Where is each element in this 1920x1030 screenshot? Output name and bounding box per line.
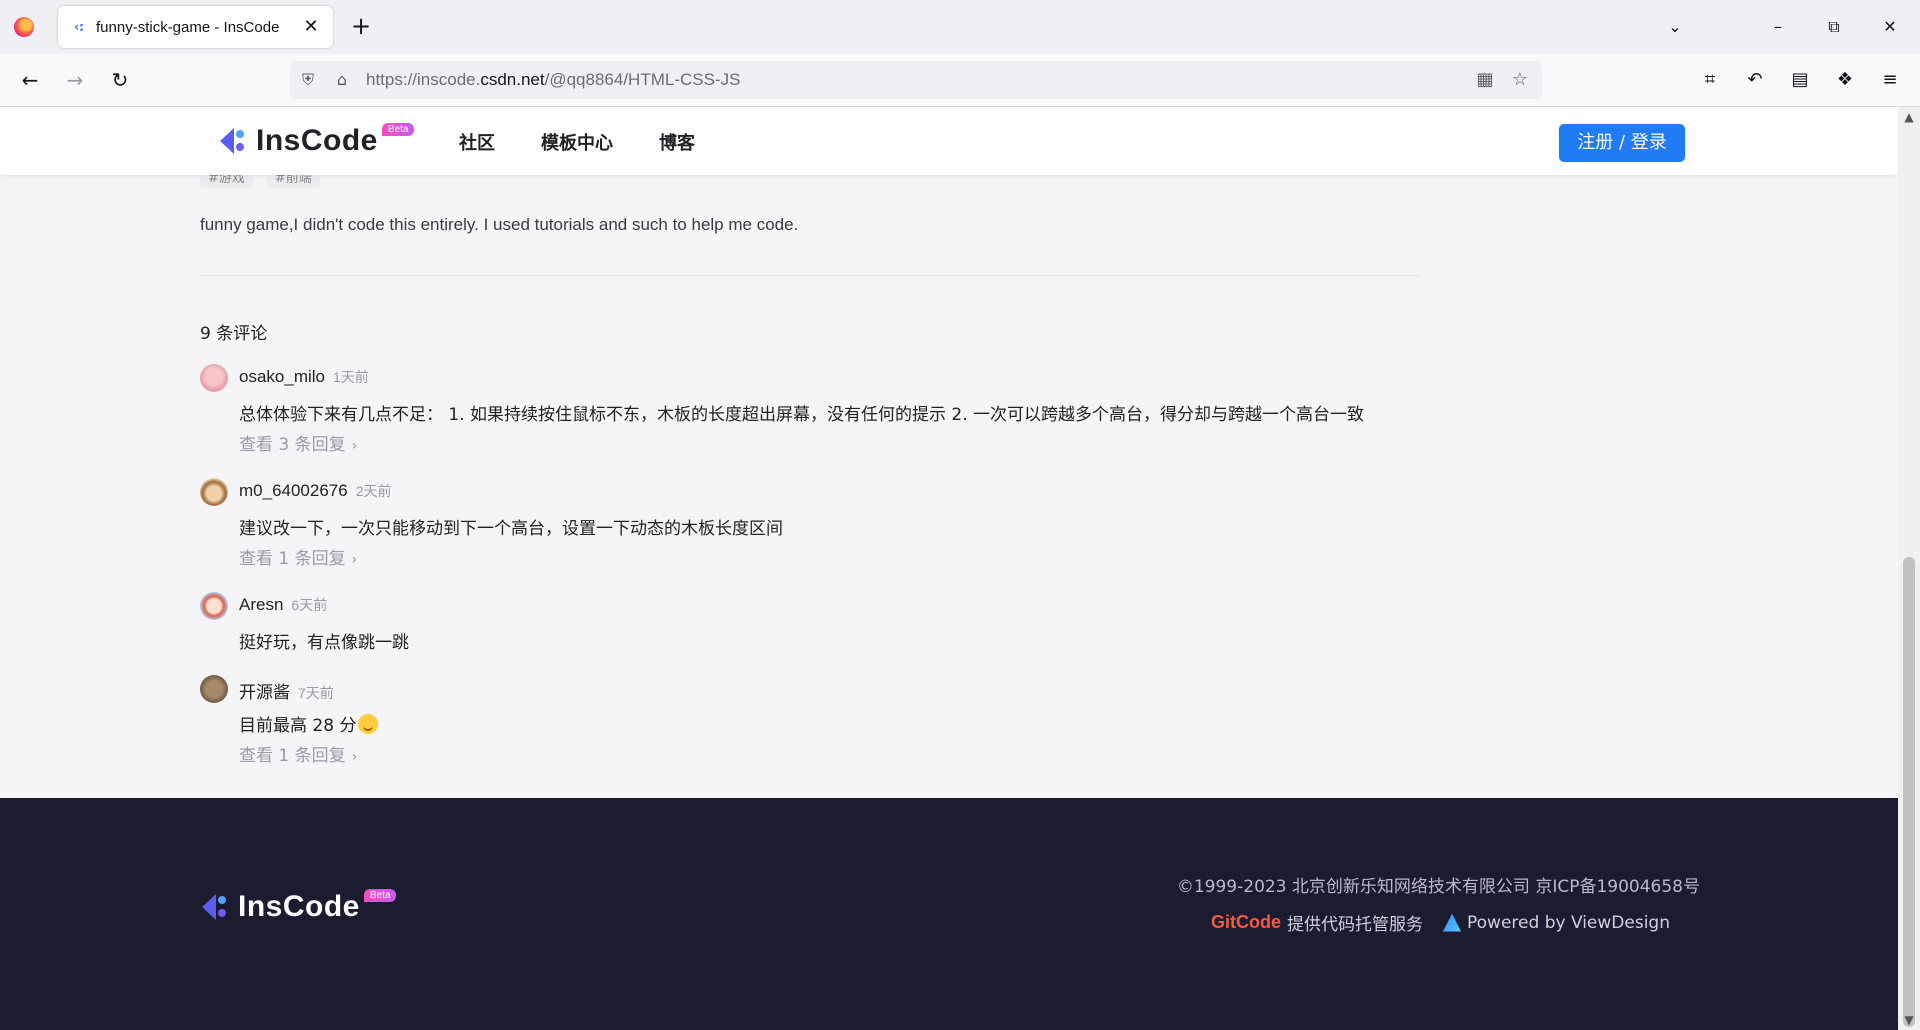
comment-count: 9 条评论 — [200, 324, 268, 344]
viewdesign-logo-icon — [1443, 913, 1462, 932]
nav-community[interactable]: 社区 — [459, 129, 495, 155]
comment-username[interactable]: osako_milo — [239, 367, 325, 386]
avatar[interactable] — [200, 364, 228, 392]
url-text: https://inscode.csdn.net/@qq8864/HTML-CS… — [366, 70, 740, 90]
view-replies-link[interactable]: 查看 1 条回复 › — [239, 741, 357, 766]
scroll-up-arrow-icon[interactable]: ▲ — [1898, 107, 1920, 127]
app-menu-icon[interactable]: ≡ — [1876, 66, 1904, 94]
inscode-logo-mark-icon — [218, 126, 250, 156]
page-scrollbar[interactable]: ▲ ▼ — [1898, 107, 1920, 1030]
logo-text: InsCode — [256, 124, 378, 157]
smiley-emoji-icon — [358, 714, 379, 734]
reader-page-icon[interactable]: ▤ — [1786, 66, 1814, 94]
comment-username[interactable]: 开源酱 — [239, 683, 290, 702]
chevron-right-icon: › — [351, 552, 358, 568]
comment-item: m0_64002676 2天前 建议改一下，一次只能移动到下一个高台，设置一下动态… — [200, 478, 1440, 569]
chevron-right-icon: › — [351, 438, 358, 454]
browser-tab-bar: ‹: funny-stick-game - InsCode ✕ + ⌄ – ⧉ … — [0, 0, 1920, 54]
url-path: /@qq8864/HTML-CSS-JS — [544, 70, 741, 89]
inscode-logo-mark-icon — [200, 892, 232, 922]
inscode-logo[interactable]: InsCode Beta — [218, 122, 415, 158]
avatar[interactable] — [200, 592, 228, 620]
reload-icon[interactable]: ↻ — [106, 66, 134, 94]
comment-author: osako_milo 1天前 — [239, 367, 369, 387]
inscode-favicon-icon: ‹: — [74, 20, 84, 34]
comment-username[interactable]: Aresn — [239, 595, 283, 614]
bookmark-star-icon[interactable]: ☆ — [1509, 69, 1531, 91]
site-nav: 社区 模板中心 博客 — [459, 129, 741, 155]
view-replies-label: 查看 1 条回复 — [239, 746, 346, 766]
site-header: InsCode Beta 社区 模板中心 博客 注册 / 登录 — [0, 107, 1898, 175]
scrollbar-thumb[interactable] — [1903, 557, 1915, 1027]
divider — [200, 275, 1420, 276]
comment-item: Aresn 6天前 挺好玩，有点像跳一跳 — [200, 592, 1440, 653]
beta-badge: Beta — [363, 888, 397, 902]
comment-body: 总体体验下来有几点不足： 1. 如果持续按住鼠标不东，木板的长度超出屏幕，没有任… — [239, 405, 1365, 425]
address-bar[interactable]: ⛨ ⌂ https://inscode.csdn.net/@qq8864/HTM… — [290, 61, 1542, 99]
comment-time: 7天前 — [298, 685, 334, 701]
url-scheme: https://inscode. — [366, 70, 481, 89]
comment-username[interactable]: m0_64002676 — [239, 481, 348, 500]
avatar[interactable] — [200, 478, 228, 506]
beta-badge: Beta — [381, 122, 415, 136]
view-replies-label: 查看 3 条回复 — [239, 435, 346, 455]
scroll-down-arrow-icon[interactable]: ▼ — [1898, 1010, 1920, 1030]
comment-time: 6天前 — [291, 597, 328, 613]
nav-templates[interactable]: 模板中心 — [541, 129, 613, 155]
browser-tab-active[interactable]: ‹: funny-stick-game - InsCode ✕ — [58, 6, 333, 48]
powered-by-viewdesign[interactable]: Powered by ViewDesign — [1467, 913, 1670, 933]
chevron-right-icon: › — [351, 749, 358, 765]
browser-nav-bar: ← → ↻ ⛨ ⌂ https://inscode.csdn.net/@qq88… — [0, 54, 1920, 107]
list-all-tabs-icon[interactable]: ⌄ — [1660, 14, 1690, 40]
tracking-shield-icon[interactable]: ⛨ — [298, 70, 318, 90]
comment-author: 开源酱 7天前 — [239, 678, 334, 703]
gitcode-hosting-text[interactable]: 提供代码托管服务 — [1287, 910, 1423, 935]
extensions-puzzle-icon[interactable]: ❖ — [1831, 66, 1859, 94]
comment-item: osako_milo 1天前 总体体验下来有几点不足： 1. 如果持续按住鼠标不东… — [200, 364, 1440, 455]
url-host: csdn.net — [480, 70, 545, 89]
close-tab-icon[interactable]: ✕ — [299, 15, 323, 39]
comment-time: 1天前 — [333, 369, 369, 385]
comment-body: 挺好玩，有点像跳一跳 — [239, 633, 409, 653]
view-replies-link[interactable]: 查看 1 条回复 › — [239, 544, 357, 569]
firefox-logo-icon — [14, 17, 34, 37]
comment-body: 目前最高 28 分 — [239, 711, 379, 736]
comment-text: 目前最高 28 分 — [239, 716, 357, 736]
undo-arrow-icon[interactable]: ↶ — [1741, 66, 1769, 94]
comment-item: 开源酱 7天前 目前最高 28 分 查看 1 条回复 › — [200, 675, 1440, 766]
forward-arrow-icon[interactable]: → — [61, 66, 89, 94]
project-description: funny game,I didn't code this entirely. … — [200, 215, 799, 234]
register-login-button[interactable]: 注册 / 登录 — [1559, 124, 1685, 162]
avatar[interactable] — [200, 675, 228, 703]
footer-links: GitCode 提供代码托管服务 Powered by ViewDesign — [1211, 910, 1670, 935]
lock-icon[interactable]: ⌂ — [332, 70, 352, 90]
restore-window-icon[interactable]: ⧉ — [1816, 10, 1852, 44]
footer-logo-text: InsCode — [238, 890, 360, 923]
minimize-window-icon[interactable]: – — [1760, 10, 1796, 44]
tab-title: funny-stick-game - InsCode — [96, 18, 280, 36]
footer-logo[interactable]: InsCode Beta — [200, 888, 397, 924]
close-window-icon[interactable]: ✕ — [1872, 10, 1908, 44]
page-viewport: InsCode Beta 社区 模板中心 博客 注册 / 登录 #游戏 #前端 … — [0, 107, 1898, 1030]
comment-author: Aresn 6天前 — [239, 595, 327, 615]
site-footer: InsCode Beta ©1999-2023 北京创新乐知网络技术有限公司 京… — [0, 798, 1898, 1030]
comment-body: 建议改一下，一次只能移动到下一个高台，设置一下动态的木板长度区间 — [239, 519, 783, 539]
comment-time: 2天前 — [355, 483, 392, 499]
comment-author: m0_64002676 2天前 — [239, 481, 392, 501]
copyright-text[interactable]: ©1999-2023 北京创新乐知网络技术有限公司 京ICP备19004658号 — [1177, 872, 1700, 897]
view-replies-link[interactable]: 查看 3 条回复 › — [239, 430, 357, 455]
nav-blog[interactable]: 博客 — [659, 129, 695, 155]
gitcode-logo[interactable]: GitCode — [1211, 912, 1281, 933]
back-arrow-icon[interactable]: ← — [16, 66, 44, 94]
qr-code-icon[interactable]: ▦ — [1474, 69, 1496, 91]
new-tab-button[interactable]: + — [346, 12, 376, 42]
view-replies-label: 查看 1 条回复 — [239, 549, 346, 569]
screenshot-crop-icon[interactable]: ⌗ — [1696, 66, 1724, 94]
